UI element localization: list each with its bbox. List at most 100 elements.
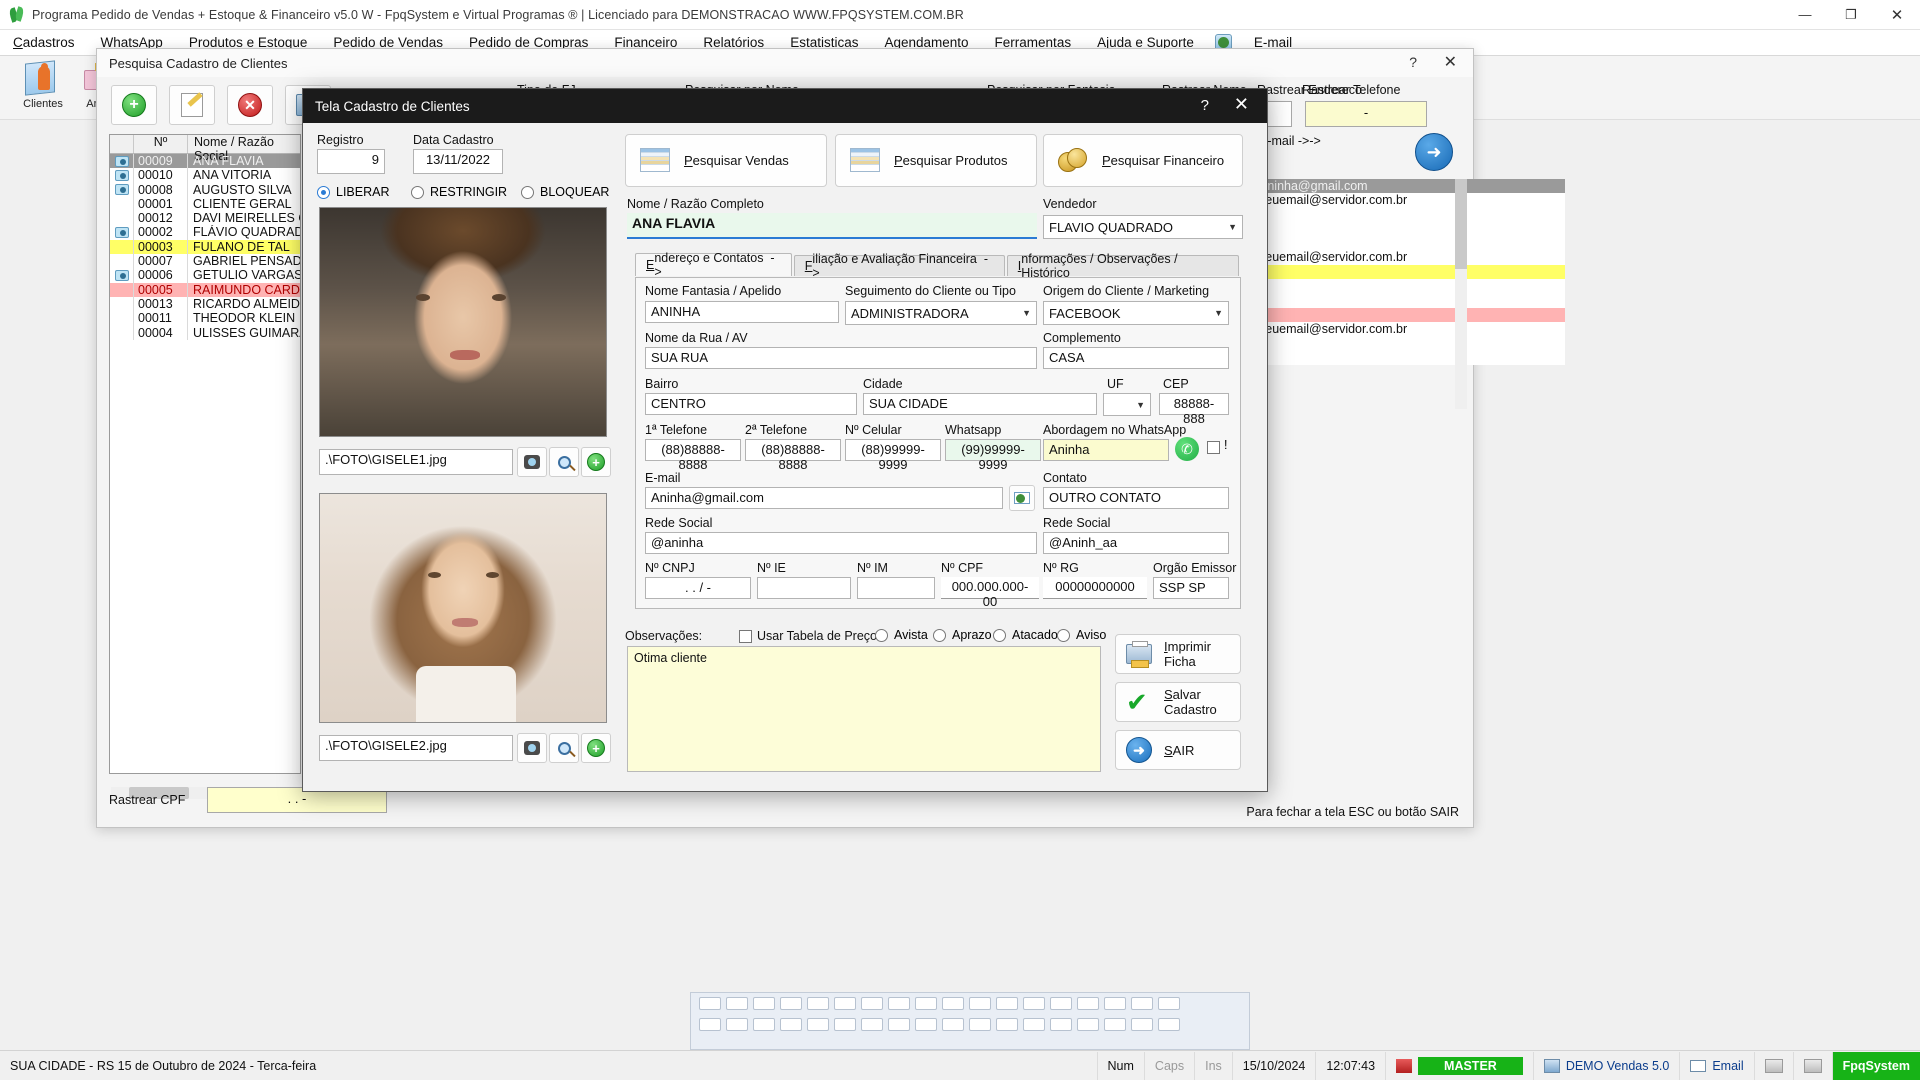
table-row[interactable]: 00011THEODOR KLEIN [110,311,300,325]
pesquisar-vendas-button[interactable]: Pesquisar Vendas [625,134,827,187]
table-row[interactable]: 00002FLÁVIO QUADRADO [110,225,300,239]
table-row[interactable]: 00001CLIENTE GERAL [110,197,300,211]
email-list-item[interactable] [1255,279,1565,293]
client-list-table[interactable]: Nº Nome / Razão Social 00009ANA FLAVIA00… [109,134,301,774]
ie-input[interactable] [757,577,851,599]
cpf-input[interactable]: 000.000.000-00 [941,577,1039,599]
photo-box-1[interactable] [319,207,607,437]
radio-atacado[interactable]: Atacado [993,628,1058,642]
minimize-button[interactable]: — [1782,0,1828,30]
usar-tabela-preco-checkbox[interactable] [739,630,752,643]
im-input[interactable] [857,577,935,599]
celular-input[interactable]: (88)99999-9999 [845,439,941,461]
abordagem-checkbox[interactable] [1207,441,1220,454]
send-email-icon[interactable] [1009,485,1035,511]
rede-social-2-input[interactable]: @Aninh_aa [1043,532,1229,554]
delete-client-button[interactable]: ✕ [227,85,273,125]
uf-select[interactable]: ▼ [1103,393,1151,416]
email-list-item[interactable]: seuemail@servidor.com.br [1255,193,1565,207]
table-row[interactable]: 00013RICARDO ALMEIDA [110,297,300,311]
close-button[interactable]: ✕ [1874,0,1920,30]
tab-endereco-contatos[interactable]: Endereço e Contatos -> [635,253,792,276]
menu-cadastros[interactable]: Cadastros [0,33,88,52]
nome-completo-input[interactable]: ANA FLAVIA [627,213,1037,239]
search-help-icon[interactable]: ? [1409,54,1417,70]
email-list-item[interactable] [1255,336,1565,350]
table-row[interactable]: 00003FULANO DE TAL [110,240,300,254]
table-row[interactable]: 00007GABRIEL PENSADOR [110,254,300,268]
email-input[interactable]: Aninha@gmail.com [645,487,1003,509]
rastrear-telefone-input[interactable]: - [1305,101,1427,127]
add-icon[interactable]: + [581,447,611,477]
webcam-icon[interactable] [517,733,547,763]
modal-help-icon[interactable]: ? [1201,97,1209,114]
table-row[interactable]: 00008AUGUSTO SILVA [110,183,300,197]
photo-box-2[interactable] [319,493,607,723]
table-row[interactable]: 00004ULISSES GUIMARAES [110,326,300,340]
photo-2-path-input[interactable]: .\FOTO\GISELE2.jpg [319,735,513,761]
email-list-item[interactable]: seuemail@servidor.com.br [1255,322,1565,336]
rua-input[interactable]: SUA RUA [645,347,1037,369]
observacoes-textarea[interactable]: Otima cliente [627,646,1101,772]
data-cadastro-input[interactable]: 13/11/2022 [413,149,503,174]
radio-aprazo[interactable]: Aprazo [933,628,992,642]
radio-avista[interactable]: Avista [875,628,928,642]
email-list-item[interactable] [1255,222,1565,236]
origem-select[interactable]: FACEBOOK ▼ [1043,301,1229,325]
zoom-icon[interactable] [549,447,579,477]
add-icon[interactable]: + [581,733,611,763]
seguimento-select[interactable]: ADMINISTRADORA ▼ [845,301,1037,325]
tel1-input[interactable]: (88)88888-8888 [645,439,741,461]
pesquisar-financeiro-button[interactable]: Pesquisar Financeiro [1043,134,1243,187]
list-vscrollbar[interactable] [1455,179,1467,409]
cnpj-input[interactable]: . . / - [645,577,751,599]
pesquisar-produtos-button[interactable]: Pesquisar Produtos [835,134,1037,187]
radio-bloquear[interactable]: BLOQUEAR [521,185,609,199]
vendedor-select[interactable]: FLAVIO QUADRADO ▼ [1043,215,1243,239]
tab-informacoes-historico[interactable]: Informações / Observações / Histórico [1007,255,1239,276]
email-list-item[interactable] [1255,293,1565,307]
rg-input[interactable]: 00000000000 [1043,577,1147,599]
tel2-input[interactable]: (88)88888-8888 [745,439,841,461]
table-row[interactable]: 00009ANA FLAVIA [110,154,300,168]
search-close-icon[interactable]: ✕ [1444,52,1457,72]
registro-input[interactable]: 9 [317,149,385,174]
status-email-cell[interactable]: Email [1679,1052,1753,1080]
table-row[interactable]: 00006GETULIO VARGAS [110,268,300,282]
email-list-item[interactable] [1255,265,1565,279]
edit-client-button[interactable] [169,85,215,125]
cidade-input[interactable]: SUA CIDADE [863,393,1097,415]
whatsapp-input[interactable]: (99)99999-9999 [945,439,1041,461]
cep-input[interactable]: 88888-888 [1159,393,1229,415]
tab-filiacao-avaliacao[interactable]: Filiação e Avaliação Financeira -> [794,255,1005,276]
email-list-item[interactable]: Aninha@gmail.com [1255,179,1565,193]
radio-aviso[interactable]: Aviso [1057,628,1106,642]
contato-input[interactable]: OUTRO CONTATO [1043,487,1229,509]
email-list-item[interactable]: seuemail@servidor.com.br [1255,250,1565,264]
table-row[interactable]: 00010ANA VITORIA [110,168,300,182]
radio-restringir[interactable]: RESTRINGIR [411,185,507,199]
abordagem-input[interactable]: Aninha [1043,439,1169,461]
email-list-item[interactable] [1255,208,1565,222]
add-client-button[interactable]: + [111,85,157,125]
modal-close-icon[interactable]: ✕ [1234,94,1249,115]
orgao-emissor-input[interactable]: SSP SP [1153,577,1229,599]
webcam-icon[interactable] [517,447,547,477]
nome-fantasia-input[interactable]: ANINHA [645,301,839,323]
complemento-input[interactable]: CASA [1043,347,1229,369]
zoom-icon[interactable] [549,733,579,763]
table-row[interactable]: 00005RAIMUNDO CARDOSO [110,283,300,297]
sair-button[interactable]: ➜ SAIR [1115,730,1241,770]
table-row[interactable]: 00012DAVI MEIRELLES QUADR [110,211,300,225]
photo-1-path-input[interactable]: .\FOTO\GISELE1.jpg [319,449,513,475]
radio-liberar[interactable]: LIBERAR [317,185,390,199]
bairro-input[interactable]: CENTRO [645,393,857,415]
email-list-item[interactable] [1255,351,1565,365]
email-list-item[interactable] [1255,236,1565,250]
status-icon-1[interactable] [1754,1052,1793,1080]
status-icon-2[interactable] [1793,1052,1832,1080]
email-list-item[interactable] [1255,308,1565,322]
maximize-button[interactable]: ❐ [1828,0,1874,30]
imprimir-ficha-button[interactable]: Imprimir Ficha [1115,634,1241,674]
salvar-cadastro-button[interactable]: ✔ Salvar Cadastro [1115,682,1241,722]
